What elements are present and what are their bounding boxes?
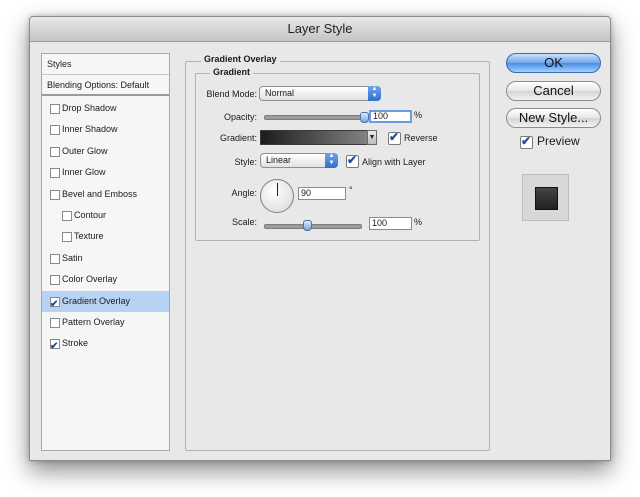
- align-with-layer-checkbox[interactable]: [346, 153, 359, 168]
- style-item-color-overlay[interactable]: Color Overlay: [42, 269, 169, 290]
- style-item-label: Pattern Overlay: [62, 317, 125, 327]
- style-item-drop-shadow[interactable]: Drop Shadow: [42, 98, 169, 119]
- style-item-checkbox[interactable]: [50, 253, 60, 264]
- angle-label: Angle:: [231, 188, 257, 198]
- style-item-label: Drop Shadow: [62, 103, 117, 113]
- style-label: Style:: [234, 157, 257, 167]
- style-item-checkbox[interactable]: [50, 104, 60, 114]
- cancel-button[interactable]: Cancel: [506, 81, 601, 101]
- dialog-title: Layer Style: [30, 17, 610, 42]
- opacity-label: Opacity:: [223, 112, 257, 122]
- preview-checkbox[interactable]: [520, 134, 533, 149]
- angle-dial-needle: [277, 183, 278, 196]
- style-item-label: Satin: [62, 252, 83, 263]
- style-item-inner-shadow[interactable]: Inner Shadow: [42, 119, 169, 140]
- preview-square: [535, 187, 558, 210]
- style-item-checkbox[interactable]: [62, 232, 72, 243]
- style-item-label: Bevel and Emboss: [62, 188, 138, 199]
- style-value: Linear: [266, 155, 292, 165]
- opacity-unit: %: [414, 110, 423, 120]
- style-item-checkbox[interactable]: [50, 168, 60, 179]
- style-item-outer-glow[interactable]: Outer Glow: [42, 141, 169, 162]
- angle-unit: °: [349, 185, 353, 195]
- style-item-satin[interactable]: Satin: [42, 248, 169, 269]
- style-item-contour[interactable]: Contour: [42, 205, 169, 226]
- style-item-stroke[interactable]: Stroke: [42, 333, 169, 357]
- blend-mode-label: Blend Mode:: [206, 89, 257, 99]
- style-item-label: Outer Glow: [62, 145, 108, 156]
- style-item-checkbox[interactable]: [50, 275, 60, 286]
- style-item-bevel-and-emboss[interactable]: Bevel and Emboss: [42, 184, 169, 205]
- scale-unit: %: [414, 217, 423, 227]
- new-style-button[interactable]: New Style...: [506, 108, 601, 128]
- style-item-checkbox[interactable]: [50, 189, 60, 200]
- reverse-label: Reverse: [404, 133, 438, 143]
- style-item-checkbox[interactable]: [62, 211, 72, 221]
- style-preview-swatch: [522, 174, 569, 221]
- gradient-label: Gradient:: [219, 133, 257, 143]
- style-item-texture[interactable]: Texture: [42, 226, 169, 247]
- scale-slider-thumb[interactable]: [302, 220, 312, 231]
- angle-dial[interactable]: [260, 179, 294, 213]
- style-item-checkbox[interactable]: [50, 146, 60, 157]
- angle-field[interactable]: 90: [298, 187, 346, 200]
- style-item-inner-glow[interactable]: Inner Glow: [42, 162, 169, 183]
- style-item-label: Inner Glow: [62, 167, 106, 178]
- style-item-checkbox[interactable]: [50, 125, 60, 136]
- styles-header[interactable]: Styles: [42, 54, 169, 75]
- gradient-picker[interactable]: ▼: [260, 130, 377, 145]
- layer-style-dialog: Layer Style Styles Blending Options: Def…: [29, 16, 611, 461]
- align-with-layer-label: Align with Layer: [362, 157, 426, 167]
- blend-mode-popup[interactable]: Normal ▲ ▼: [259, 86, 381, 101]
- blend-mode-value: Normal: [265, 88, 295, 98]
- styles-list: Styles Blending Options: Default Drop Sh…: [41, 53, 170, 451]
- gradient-overlay-title: Gradient Overlay: [201, 54, 280, 64]
- style-item-label: Inner Shadow: [62, 124, 118, 135]
- blending-options-item[interactable]: Blending Options: Default: [42, 75, 169, 96]
- style-item-label: Contour: [74, 210, 107, 220]
- style-item-label: Color Overlay: [62, 274, 118, 285]
- style-item-gradient-overlay[interactable]: Gradient Overlay: [42, 290, 169, 315]
- style-item-label: Stroke: [62, 338, 89, 349]
- style-item-checkbox[interactable]: [50, 318, 60, 328]
- style-item-pattern-overlay[interactable]: Pattern Overlay: [42, 312, 169, 333]
- popup-arrows-icon: ▲ ▼: [368, 86, 381, 101]
- style-item-checkbox[interactable]: [50, 336, 60, 357]
- opacity-slider[interactable]: [264, 115, 366, 120]
- scale-field[interactable]: 100: [369, 217, 412, 230]
- style-item-label: Texture: [74, 231, 104, 242]
- style-item-checkbox[interactable]: [50, 294, 60, 315]
- reverse-checkbox[interactable]: [388, 130, 401, 145]
- ok-button[interactable]: OK: [506, 53, 601, 73]
- gradient-group-title: Gradient: [210, 67, 254, 77]
- opacity-field[interactable]: 100: [369, 110, 412, 123]
- style-item-label: Gradient Overlay: [62, 295, 131, 306]
- preview-label: Preview: [537, 134, 580, 148]
- scale-slider[interactable]: [264, 224, 362, 229]
- style-popup[interactable]: Linear ▲ ▼: [260, 153, 338, 168]
- popup-arrows-icon: ▲ ▼: [325, 153, 338, 168]
- scale-label: Scale:: [231, 217, 257, 227]
- opacity-slider-thumb[interactable]: [360, 112, 369, 123]
- gradient-dropdown-icon[interactable]: ▼: [367, 130, 377, 145]
